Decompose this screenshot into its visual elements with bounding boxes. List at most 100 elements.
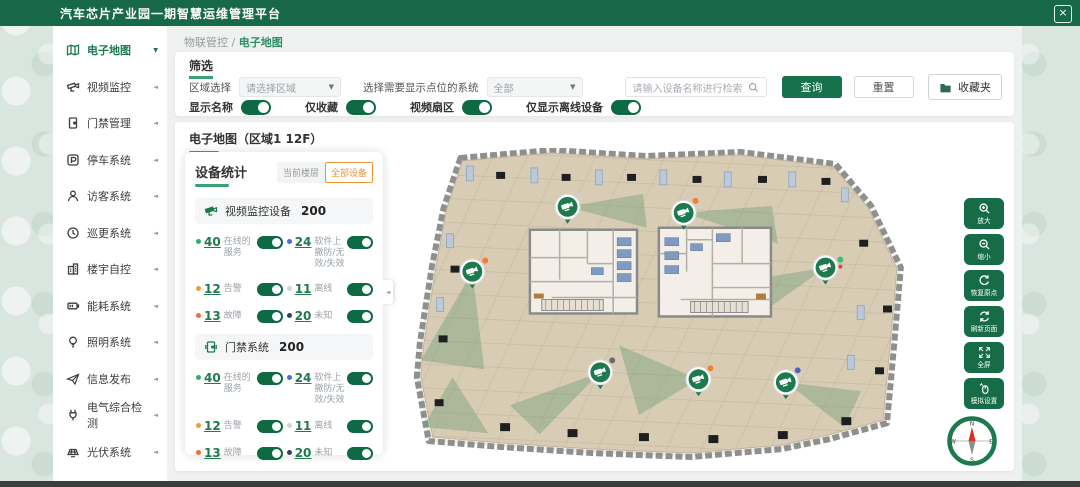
chevron-left-icon: ◄ [153,266,158,273]
stairs [542,300,604,311]
status-dot [837,257,843,263]
section-door-system: 门禁系统 200 [195,334,373,360]
breadcrumb-parent[interactable]: 物联管控 [184,36,228,49]
stat-label: 告警 [224,421,257,432]
stats-collapse-handle[interactable]: ◄ [383,280,393,304]
stat-value[interactable]: 20 [295,309,312,323]
stat-value[interactable]: 20 [295,446,312,460]
sidebar-item-label: 电子地图 [87,42,131,58]
stat-label: 告警 [224,284,257,295]
status-dot [287,423,292,428]
stat-value[interactable]: 12 [204,419,221,433]
toggle-label: 视频扇区 [410,99,454,115]
floor-map-3d[interactable] [393,148,1008,467]
breadcrumb-separator: / [232,36,236,49]
stat-value[interactable]: 24 [295,235,312,249]
status-dot [795,367,801,373]
content-area: 物联管控 / 电子地图 筛选 区域选择 请选择区域 ▼ 选择需要显示点位的系统 … [167,26,1022,481]
sidebar-item-label: 信息发布 [87,371,131,387]
chevron-left-icon: ◄ [153,156,158,163]
stat-row: 20 未知 [287,309,374,323]
reset-button[interactable]: 重置 [854,76,914,98]
zoom-out-icon [978,238,991,251]
stat-toggle[interactable] [257,236,283,249]
zoom-in-button[interactable]: 放大 [964,198,1004,229]
compass[interactable]: N E S W [946,415,998,467]
tab-current-floor[interactable]: 当前楼层 [277,162,325,183]
page-title: 汽车芯片产业园一期智慧运维管理平台 [60,5,281,22]
sidebar-item-energy[interactable]: 能耗系统 ◄ [53,288,167,325]
show-names-toggle[interactable] [241,100,271,115]
paper-plane-icon [66,372,80,386]
zoom-out-button[interactable]: 缩小 [964,234,1004,265]
stat-toggle[interactable] [257,372,283,385]
favorites-only-toggle[interactable] [346,100,376,115]
status-dot [196,450,201,455]
stat-value[interactable]: 24 [295,371,312,385]
system-select[interactable]: 全部 ▼ [487,77,583,97]
stat-toggle[interactable] [257,283,283,296]
sidebar-nav: 电子地图 ▼ 视频监控 ◄ 门禁管理 ◄ 停车系统 ◄ 访客系统 ◄ 巡更系统 … [53,26,167,481]
sidebar-item-label: 巡更系统 [87,225,131,241]
stat-value[interactable]: 11 [295,419,312,433]
sidebar-item-label: 视频监控 [87,79,131,95]
tab-all-devices[interactable]: 全部设备 [325,162,373,183]
toggle-row: 显示名称 仅收藏 视频扇区 仅显示离线设备 [189,99,675,115]
stats-title: 设备统计 [195,162,247,187]
close-icon[interactable]: × [1054,5,1072,23]
section-title: 门禁系统 [225,339,269,355]
sidebar-item-door[interactable]: 门禁管理 ◄ [53,105,167,142]
status-dot [482,258,488,264]
sidebar-item-video[interactable]: 视频监控 ◄ [53,69,167,106]
tool-label: 模拟设置 [971,396,998,406]
stat-toggle[interactable] [347,310,373,323]
sidebar-item-bas[interactable]: 楼宇自控 ◄ [53,251,167,288]
sidebar-item-lighting[interactable]: 照明系统 ◄ [53,324,167,361]
stat-value[interactable]: 11 [295,282,312,296]
stat-value[interactable]: 40 [204,235,221,249]
sidebar-item-solar[interactable]: 光伏系统 ◄ [53,434,167,471]
stat-label: 软件上撤防/无效/失效 [314,237,347,269]
stat-toggle[interactable] [347,372,373,385]
reset-origin-button[interactable]: 恢复原点 [964,270,1004,301]
stat-label: 离线 [314,421,347,432]
stat-toggle[interactable] [347,420,373,433]
fullscreen-button[interactable]: 全屏 [964,342,1004,373]
sidebar-item-visitor[interactable]: 访客系统 ◄ [53,178,167,215]
zoom-in-icon [978,202,991,215]
sidebar-item-parking[interactable]: 停车系统 ◄ [53,142,167,179]
device-search-input[interactable]: 请输入设备名称进行检索 [625,77,767,97]
stat-value[interactable]: 13 [204,309,221,323]
stat-toggle[interactable] [347,236,373,249]
stat-toggle[interactable] [257,310,283,323]
stats-grid: 40 在线的服务 24 软件上撤防/无效/失效 12 告警 [195,235,373,323]
toggle-show-names: 显示名称 [189,99,271,115]
sidebar-item-patrol[interactable]: 巡更系统 ◄ [53,215,167,252]
search-icon [748,82,759,93]
stat-row: 12 告警 [196,282,283,296]
simulate-settings-button[interactable]: 模拟设置 [964,378,1004,409]
stat-label: 未知 [314,311,347,322]
stat-value[interactable]: 12 [204,282,221,296]
stat-toggle[interactable] [257,420,283,433]
stat-value[interactable]: 13 [204,446,221,460]
sidebar-item-electric[interactable]: 电气综合检测 ◄ [53,397,167,434]
refresh-page-button[interactable]: 刷新页面 [964,306,1004,337]
query-button[interactable]: 查询 [782,76,842,98]
status-dot [196,313,201,318]
stat-toggle[interactable] [347,447,373,460]
tool-label: 全屏 [977,360,990,370]
favorites-button[interactable]: 收藏夹 [928,74,1002,100]
stat-value[interactable]: 40 [204,371,221,385]
stat-toggle[interactable] [347,283,373,296]
stairs [691,302,749,313]
offline-only-toggle[interactable] [611,100,641,115]
stat-toggle[interactable] [257,447,283,460]
region-select[interactable]: 请选择区域 ▼ [239,77,341,97]
sidebar-item-emap[interactable]: 电子地图 ▼ [53,32,167,69]
search-placeholder: 请输入设备名称进行检索 [633,80,743,95]
floor-map-area[interactable] [393,148,1008,467]
sidebar-item-label: 光伏系统 [87,444,131,460]
video-sector-toggle[interactable] [462,100,492,115]
sidebar-item-publish[interactable]: 信息发布 ◄ [53,361,167,398]
